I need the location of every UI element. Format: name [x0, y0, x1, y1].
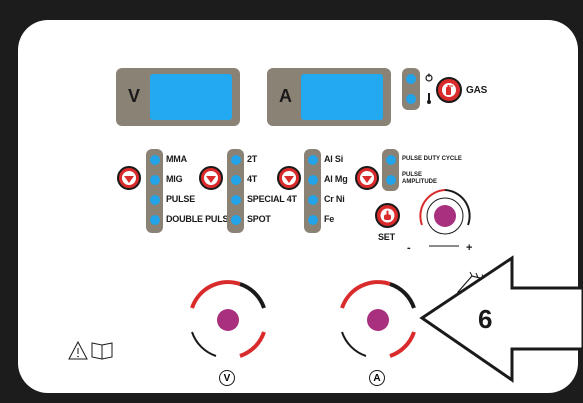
callout-number: 6	[478, 304, 493, 334]
callout-arrow	[419, 255, 583, 383]
